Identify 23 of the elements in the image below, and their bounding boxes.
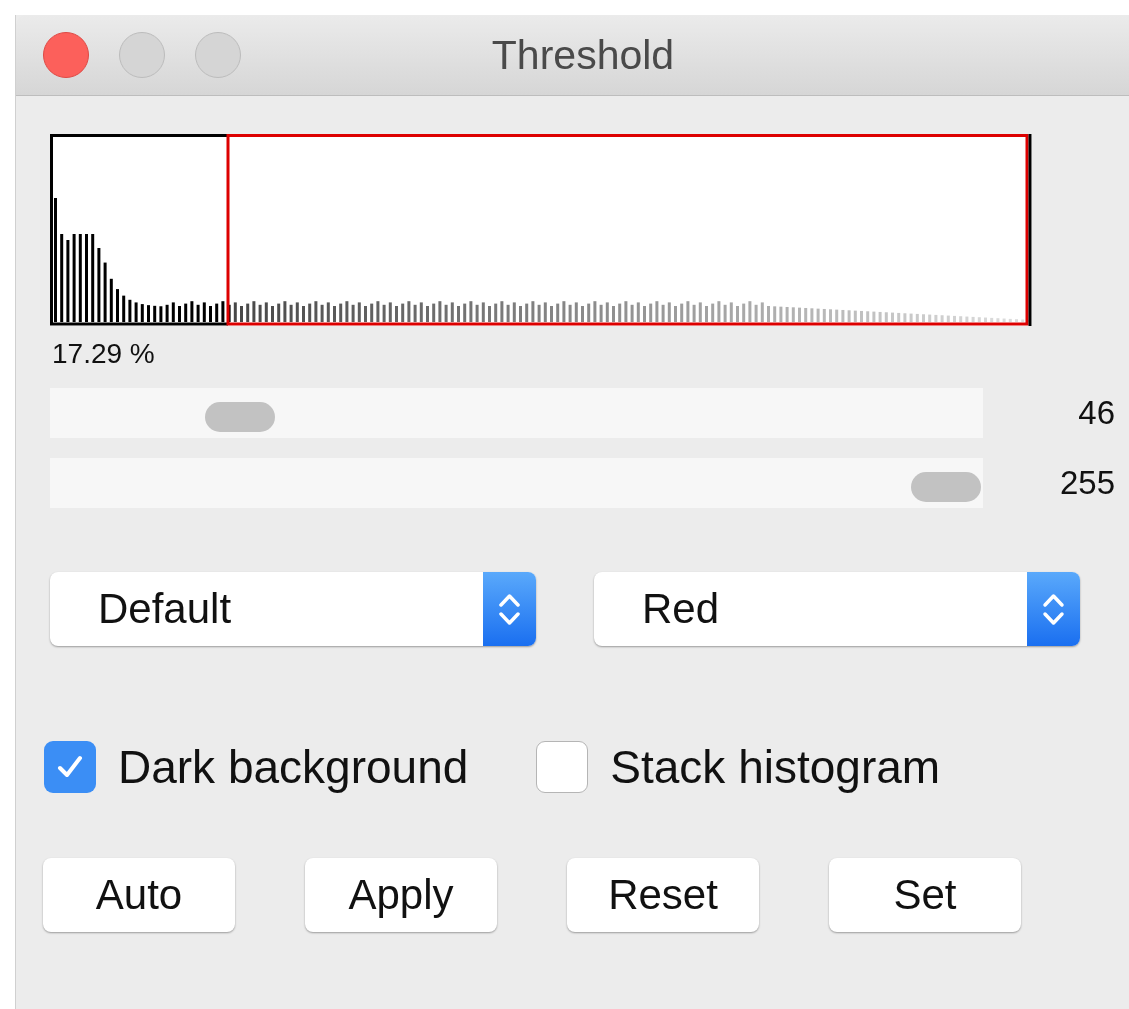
dialog-button[interactable]: Reset: [567, 858, 759, 932]
dialog-button[interactable]: Set: [829, 858, 1021, 932]
percentage-label: 17.29 %: [52, 338, 155, 370]
checkbox[interactable]: [44, 741, 96, 793]
slider-value: 255: [1058, 464, 1116, 502]
slider-thumb[interactable]: [911, 472, 981, 502]
checkbox-label: Stack histogram: [610, 740, 941, 794]
stepper-icon: [483, 572, 536, 646]
checkbox-label: Dark background: [118, 740, 469, 794]
dialog-button[interactable]: Auto: [43, 858, 235, 932]
dialog-button[interactable]: Apply: [305, 858, 497, 932]
minimize-button[interactable]: [119, 32, 165, 78]
dropdown[interactable]: Default: [50, 572, 536, 646]
window-title: Threshold: [490, 31, 676, 79]
slider-track[interactable]: [50, 388, 983, 438]
slider-value: 46: [1077, 394, 1116, 432]
slider-track[interactable]: [50, 458, 983, 508]
zoom-button[interactable]: [195, 32, 241, 78]
close-button[interactable]: [43, 32, 89, 78]
dropdown[interactable]: Red: [594, 572, 1080, 646]
slider-thumb[interactable]: [204, 402, 275, 432]
stepper-icon: [1027, 572, 1080, 646]
checkbox[interactable]: [536, 741, 589, 793]
